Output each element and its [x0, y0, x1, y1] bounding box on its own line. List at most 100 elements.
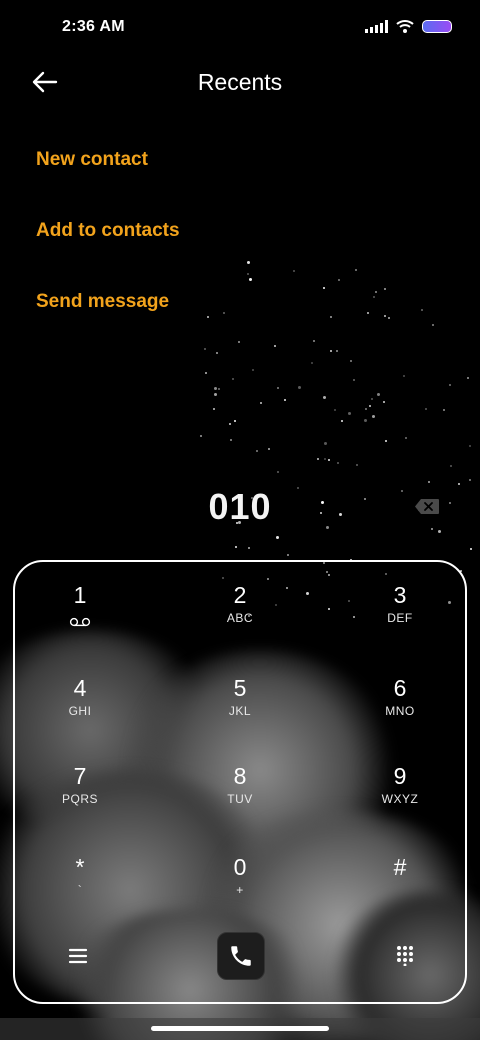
- star: [373, 295, 376, 298]
- star: [228, 423, 231, 426]
- key-3[interactable]: 3 DEF: [345, 580, 455, 660]
- key-digit: 8: [233, 763, 247, 789]
- key-9[interactable]: 9 WXYZ: [345, 761, 455, 841]
- voicemail-icon: [69, 614, 91, 632]
- star: [238, 340, 241, 343]
- key-0[interactable]: 0 +: [185, 852, 295, 932]
- star: [247, 546, 250, 549]
- key-star[interactable]: * `: [25, 852, 135, 932]
- star: [267, 447, 270, 450]
- star: [370, 398, 373, 401]
- star: [457, 482, 460, 485]
- star: [353, 378, 356, 381]
- star: [329, 316, 332, 319]
- star: [260, 401, 263, 404]
- dialpad: 1 2 ABC 3 DEF 4 GHI 5 JKL 6 MNO 7 PQRS 8…: [13, 560, 467, 1004]
- page-title: Recents: [197, 69, 283, 95]
- star: [246, 261, 250, 265]
- star: [222, 311, 225, 314]
- key-2[interactable]: 2 ABC: [185, 580, 295, 660]
- star: [437, 530, 441, 534]
- star: [235, 545, 238, 548]
- star: [364, 418, 367, 422]
- key-8[interactable]: 8 TUV: [185, 761, 295, 841]
- star: [365, 407, 368, 410]
- star: [277, 386, 280, 389]
- key-digit: 1: [73, 582, 87, 608]
- star: [287, 554, 290, 557]
- key-7[interactable]: 7 PQRS: [25, 761, 135, 841]
- key-1[interactable]: 1: [25, 580, 135, 660]
- key-letters: GHI: [68, 704, 92, 718]
- header: Recents: [0, 60, 480, 104]
- home-indicator[interactable]: [151, 1026, 329, 1031]
- star: [200, 435, 203, 438]
- star: [388, 316, 391, 319]
- add-to-contacts-button[interactable]: Add to contacts: [36, 220, 180, 242]
- star: [384, 287, 387, 290]
- star: [323, 395, 327, 399]
- star: [421, 309, 424, 312]
- key-6[interactable]: 6 MNO: [345, 673, 455, 753]
- star: [292, 269, 295, 272]
- key-digit: 5: [233, 675, 247, 701]
- star: [233, 419, 236, 422]
- star: [324, 442, 328, 446]
- status-time: 2:36 AM: [62, 18, 125, 35]
- send-message-button[interactable]: Send message: [36, 291, 169, 313]
- star: [432, 324, 435, 327]
- key-letters: +: [236, 883, 244, 897]
- key-digit: 9: [393, 763, 407, 789]
- star: [217, 388, 220, 391]
- star: [347, 411, 351, 415]
- star: [333, 409, 336, 412]
- star: [214, 386, 218, 390]
- star: [366, 311, 369, 314]
- backspace-icon[interactable]: [414, 498, 440, 515]
- key-letters: JKL: [228, 704, 252, 718]
- star: [313, 340, 316, 343]
- star: [214, 392, 218, 396]
- star: [467, 376, 470, 379]
- star: [355, 268, 358, 271]
- star: [317, 458, 320, 461]
- star: [330, 350, 333, 353]
- key-4[interactable]: 4 GHI: [25, 673, 135, 753]
- wifi-icon: [396, 20, 414, 33]
- key-digit: 6: [393, 675, 407, 701]
- star: [442, 409, 445, 412]
- star: [374, 291, 377, 294]
- star: [252, 369, 255, 372]
- star: [337, 461, 340, 464]
- star: [338, 278, 341, 281]
- key-hash[interactable]: #: [345, 852, 455, 932]
- key-digit: 4: [73, 675, 87, 701]
- key-digit: 2: [233, 582, 247, 608]
- star: [231, 378, 234, 381]
- star: [448, 384, 451, 386]
- menu-icon[interactable]: [67, 946, 89, 966]
- star: [468, 445, 471, 448]
- star: [376, 393, 380, 397]
- new-contact-button[interactable]: New contact: [36, 149, 148, 171]
- star: [284, 399, 287, 402]
- key-5[interactable]: 5 JKL: [185, 673, 295, 753]
- star: [405, 437, 408, 440]
- star: [256, 449, 259, 452]
- call-button[interactable]: [217, 932, 265, 980]
- star: [298, 386, 302, 390]
- key-digit: 3: [393, 582, 407, 608]
- star: [324, 457, 327, 460]
- star: [402, 375, 405, 378]
- star: [229, 438, 232, 441]
- key-digit: 0: [233, 854, 247, 880]
- dialed-number: 010: [208, 486, 272, 527]
- key-letters: MNO: [385, 704, 415, 718]
- key-letters: DEF: [387, 611, 413, 625]
- star: [355, 464, 358, 467]
- star: [311, 362, 314, 365]
- dialpad-icon[interactable]: [395, 944, 415, 967]
- star: [203, 348, 206, 351]
- star: [277, 470, 280, 473]
- star: [450, 464, 453, 467]
